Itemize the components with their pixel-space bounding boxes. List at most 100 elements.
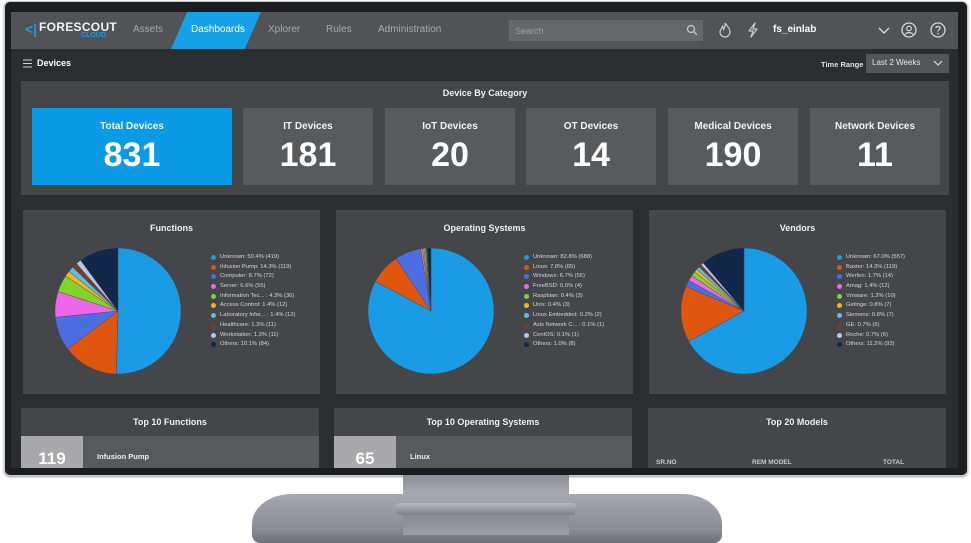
legend-swatch xyxy=(837,313,842,319)
top-10-functions-panel: Top 10 Functions 119 Infusion Pump xyxy=(21,408,319,468)
column-header-sr-no[interactable]: SR.NO xyxy=(656,459,677,466)
count-box: 119 xyxy=(21,436,83,468)
tile-value: 190 xyxy=(704,136,762,174)
legend-label: Laboratory Infor... : 1.4% (12) xyxy=(220,312,296,319)
legend-label: Healthcare: 1.3% (11) xyxy=(220,321,276,328)
legend-label: Vmware: 1.2% (10) xyxy=(846,292,896,299)
panel-title: Top 20 Models xyxy=(766,417,828,427)
chart-title: Vendors xyxy=(779,223,816,233)
legend-label: Werfen: 1.7% (14) xyxy=(846,273,893,280)
legend-swatch xyxy=(837,255,842,260)
tile-value: 14 xyxy=(572,136,610,174)
legend-label: Roche: 0.7% (6) xyxy=(846,331,888,338)
time-range-label: Time Range xyxy=(821,60,864,69)
user-circle-icon[interactable] xyxy=(900,21,918,39)
legend-swatch xyxy=(524,284,529,290)
hamburger-menu-icon[interactable] xyxy=(23,59,32,68)
functions-panel: Functions Unknown: 50.4% (419) Infusion P… xyxy=(23,210,320,394)
list-item[interactable]: 65 Linux xyxy=(334,436,632,468)
lightning-icon[interactable] xyxy=(744,21,762,39)
list-item[interactable]: 119 Infusion Pump xyxy=(21,436,319,468)
legend-swatch xyxy=(211,332,216,338)
legend-label: Unknown: 67.0% (557) xyxy=(846,254,905,260)
legend-swatch xyxy=(211,342,216,348)
operating-systems-panel: Operating Systems Unknown: 82.8% (688) Li… xyxy=(336,210,633,394)
legend-label: Windows: 6.7% (56) xyxy=(533,273,585,280)
column-header-total[interactable]: TOTAL xyxy=(883,459,904,466)
legend-label: FreeBSD: 0.5% (4) xyxy=(533,283,582,290)
legend-label: GE: 0.7% (6) xyxy=(846,321,880,328)
top-10-operating-systems-panel: Top 10 Operating Systems 65 Linux xyxy=(334,408,632,468)
legend-label: Amag: 1.4% (12) xyxy=(846,283,890,290)
legend-swatch xyxy=(211,313,216,319)
tile-label: OT Devices xyxy=(563,121,619,132)
legend-swatch xyxy=(524,342,529,348)
panel-title: Top 10 Functions xyxy=(133,417,207,427)
search-icon[interactable] xyxy=(686,24,698,36)
time-range-select[interactable]: Last 2 Weeks xyxy=(866,54,949,73)
legend-label: Getinge: 0.8% (7) xyxy=(846,302,892,309)
legend-swatch xyxy=(837,284,842,290)
column-header-rem-model[interactable]: REM MODEL xyxy=(752,459,792,466)
tile-label: Network Devices xyxy=(834,121,916,132)
tile-value: 11 xyxy=(857,136,893,174)
tile-label: IoT Devices xyxy=(422,121,478,132)
tile-total-devices[interactable]: Total Devices 831 xyxy=(32,108,232,185)
legend-swatch xyxy=(524,264,529,270)
item-label: Linux xyxy=(410,452,430,461)
pie-slice-unknown[interactable] xyxy=(116,247,182,375)
legend-swatch xyxy=(524,255,529,260)
legend-label: Information Tec... : 4.3% (36) xyxy=(220,292,295,299)
nav-item-xplorer[interactable]: Xplorer xyxy=(268,24,300,35)
top-nav: <| FORESCOUT CLOUD Assets Dashboards Xpl… xyxy=(11,12,958,49)
user-name[interactable]: fs_einlab xyxy=(773,24,816,35)
legend-swatch xyxy=(211,293,216,299)
tile-ot-devices[interactable]: OT Devices 14 xyxy=(526,108,656,185)
tile-it-devices[interactable]: IT Devices 181 xyxy=(243,108,373,185)
legend-label: Linux Embedded: 0.2% (2) xyxy=(533,312,602,319)
legend-label: Computer: 8.7% (72) xyxy=(220,273,274,280)
legend-swatch xyxy=(524,332,529,338)
nav-item-rules[interactable]: Rules xyxy=(326,24,352,35)
legend-swatch xyxy=(837,264,842,270)
tile-iot-devices[interactable]: IoT Devices 20 xyxy=(385,108,515,185)
legend-swatch xyxy=(837,303,842,309)
monitor-stand-collar xyxy=(396,503,576,515)
legend-label: Others: 10.1% (84) xyxy=(220,341,269,348)
tile-label: IT Devices xyxy=(283,121,333,132)
legend-label: Unix: 0.4% (3) xyxy=(533,302,570,309)
help-circle-icon[interactable] xyxy=(929,21,947,39)
tile-medical-devices[interactable]: Medical Devices 190 xyxy=(668,108,798,185)
tile-network-devices[interactable]: Network Devices 11 xyxy=(810,108,940,185)
legend-label: Others: 1.0% (8) xyxy=(533,341,576,348)
nav-item-administration[interactable]: Administration xyxy=(378,24,441,35)
tile-value: 181 xyxy=(279,136,337,174)
search-input[interactable] xyxy=(515,23,675,38)
chart-title: Functions xyxy=(150,223,193,233)
legend-swatch xyxy=(524,322,529,328)
legend-swatch xyxy=(211,284,216,290)
vendors-pie-chart xyxy=(680,247,808,375)
search-box xyxy=(509,20,703,41)
tile-value: 20 xyxy=(431,136,469,174)
flame-icon[interactable] xyxy=(716,21,734,39)
forescout-logo[interactable]: <| FORESCOUT CLOUD xyxy=(25,19,125,43)
operating-systems-pie-chart xyxy=(367,247,495,375)
nav-item-dashboards[interactable]: Dashboards xyxy=(171,12,261,49)
legend-swatch xyxy=(837,274,842,280)
legend-label: Raspbian: 0.4% (3) xyxy=(533,292,583,299)
legend-label: Infusion Pump: 14.3% (119) xyxy=(220,263,292,270)
chart-title: Operating Systems xyxy=(443,223,526,233)
legend-swatch xyxy=(837,332,842,338)
legend-swatch xyxy=(524,313,529,319)
legend-swatch xyxy=(211,303,216,309)
count-value: 65 xyxy=(355,449,375,468)
legend-swatch xyxy=(211,322,216,328)
chevron-down-icon[interactable] xyxy=(875,21,893,39)
vendors-panel: Vendors Unknown: 67.0% (557) Baxter: 14.3… xyxy=(649,210,946,394)
nav-item-assets[interactable]: Assets xyxy=(133,24,163,35)
monitor-screen: <| FORESCOUT CLOUD Assets Dashboards Xpl… xyxy=(11,12,958,468)
legend-label: Unknown: 82.8% (688) xyxy=(533,254,592,260)
legend-swatch xyxy=(211,264,216,270)
top-20-models-panel: Top 20 Models SR.NO REM MODEL TOTAL xyxy=(648,408,946,468)
